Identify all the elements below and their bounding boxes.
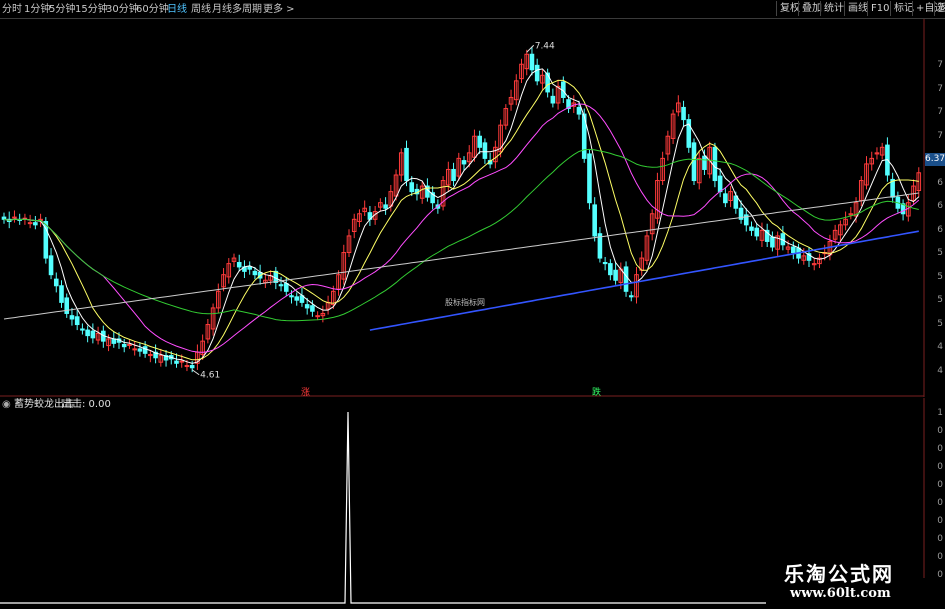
candle: [587, 149, 592, 210]
period-tab[interactable]: 多周期: [232, 3, 262, 16]
period-tab[interactable]: 更多 >: [263, 3, 295, 16]
indicator-axis-label: 0: [937, 444, 943, 454]
indicator-axis-label: 0: [937, 534, 943, 544]
price-axis-label: 6: [937, 201, 943, 211]
price-axis-label: 7: [937, 83, 943, 94]
low-price-label: 4.61: [200, 371, 220, 381]
price-axis-label: 7: [937, 130, 943, 141]
period-tab[interactable]: 15分钟: [75, 3, 108, 16]
price-axis-label: 6: [937, 177, 943, 188]
price-axis-label: 5: [937, 295, 943, 305]
current-price-tag: 6.37: [925, 153, 945, 166]
candle: [686, 114, 692, 153]
signal-up-label: 涨: [301, 387, 310, 397]
period-tab[interactable]: 60分钟: [136, 3, 169, 16]
indicator-axis-label: 0: [937, 426, 943, 436]
period-tab[interactable]: 5分钟: [49, 3, 75, 16]
chart-background: [0, 19, 945, 397]
footer-watermark: 乐淘公式网 www.60lt.com: [766, 562, 945, 609]
indicator-axis-label: 1: [937, 408, 943, 418]
watermark-title: 乐淘公式网: [784, 562, 894, 586]
indicator-axis-label: 0: [937, 516, 943, 526]
price-axis-label: 7: [937, 60, 943, 70]
period-toolbar: 分时 1分钟 5分钟 15分钟 30分钟 60分钟 日线 周线 月线 多周期 更多 > 复权 叠加 统计画…: [0, 0, 945, 19]
high-price-label: 7.44: [535, 41, 555, 51]
indicator-axis-label: 0: [937, 462, 943, 472]
kline-main-chart[interactable]: 7.44 4.61 股标指标网涨 跌: [0, 19, 945, 397]
toolbar-button[interactable]: F10: [867, 1, 892, 16]
period-tab[interactable]: 1分钟: [24, 3, 50, 16]
period-tab[interactable]: 日线: [167, 3, 187, 16]
toolbar-button[interactable]: 返回: [934, 1, 945, 16]
indicator-axis-label: 0: [937, 498, 943, 508]
price-axis-label: 4: [937, 342, 943, 352]
candle: [623, 261, 629, 297]
price-axis-label: 5: [937, 271, 943, 282]
period-tab[interactable]: 周线: [191, 3, 211, 16]
price-axis-label: 4: [937, 365, 943, 376]
signal-down-label: 跌: [592, 387, 601, 397]
watermark-url: www.60lt.com: [790, 586, 891, 601]
toolbar-button[interactable]: 统计: [820, 1, 847, 16]
price-axis-label: 5: [937, 318, 943, 329]
price-axis-label: 7: [937, 107, 943, 117]
candle: [691, 138, 697, 185]
price-axis-label: 6: [937, 224, 943, 235]
price-axis-label: 5: [937, 248, 943, 258]
period-tab[interactable]: 30分钟: [106, 3, 139, 16]
period-tab[interactable]: 月线: [212, 3, 232, 16]
indicator-axis-label: 0: [937, 480, 943, 490]
period-tab[interactable]: 分时: [2, 3, 22, 16]
center-watermark: 股标指标网: [445, 297, 485, 307]
indicator-axis-label: 0: [937, 552, 943, 562]
